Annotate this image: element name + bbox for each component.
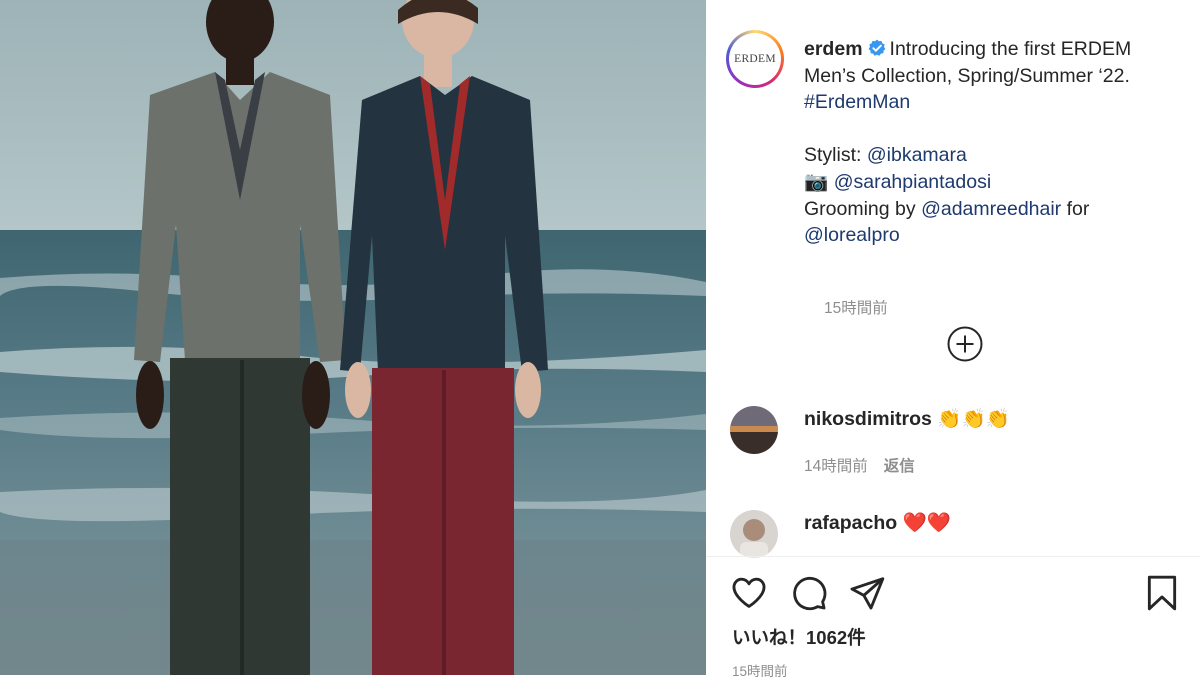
portrait-avatar-image	[730, 510, 778, 558]
camera-emoji-icon: 📷	[804, 170, 829, 193]
actions-divider	[706, 556, 1200, 557]
commenter-username[interactable]: rafapacho	[804, 512, 897, 534]
groomer-mention-link[interactable]: @adamreedhair	[921, 198, 1061, 220]
comment-meta: 14時間前 返信	[804, 454, 915, 476]
for-label: for	[1066, 197, 1090, 220]
load-more-comments-icon[interactable]	[946, 325, 984, 363]
post-photo-illustration	[0, 0, 706, 675]
comment-body: rafapacho ❤️❤️	[804, 510, 951, 536]
brand-logo-text: ERDEM	[734, 53, 776, 65]
grooming-label: Grooming by	[804, 197, 916, 220]
stylist-mention-link[interactable]: @ibkamara	[867, 144, 967, 166]
comment-timestamp[interactable]: 14時間前	[804, 458, 868, 475]
post-photo[interactable]	[0, 0, 706, 675]
caption-text: erdem Introducing the first ERDEM Men’s …	[804, 36, 1184, 249]
bookmark-icon[interactable]	[1144, 574, 1180, 612]
verified-badge-icon	[868, 39, 885, 56]
comment-body: nikosdimitros 👏👏👏	[804, 406, 1010, 432]
commenter-avatar[interactable]	[730, 406, 778, 454]
reply-button[interactable]: 返信	[884, 458, 915, 475]
sunset-avatar-image	[730, 406, 778, 454]
comment-icon[interactable]	[790, 574, 828, 612]
share-icon[interactable]	[848, 574, 886, 612]
brand-mention-link[interactable]: @lorealpro	[804, 224, 900, 246]
author-username[interactable]: erdem	[804, 38, 863, 60]
comment-text: 👏👏👏	[937, 408, 1011, 430]
commenter-username[interactable]: nikosdimitros	[804, 408, 932, 430]
hashtag-link[interactable]: #ErdemMan	[804, 91, 910, 113]
author-avatar[interactable]: ERDEM	[726, 30, 784, 88]
commenter-avatar[interactable]	[730, 510, 778, 558]
stylist-label: Stylist:	[804, 144, 862, 167]
heart-icon[interactable]	[730, 574, 768, 612]
post-side-panel: ERDEM erdem Introducing the first ERDEM …	[706, 0, 1200, 679]
author-avatar-inner: ERDEM	[729, 33, 781, 85]
post-timestamp[interactable]: 15時間前	[732, 660, 788, 680]
photographer-mention-link[interactable]: @sarahpiantadosi	[834, 171, 991, 193]
likes-count[interactable]: いいね！1062件	[732, 624, 866, 650]
caption-timestamp[interactable]: 15時間前	[824, 296, 888, 318]
comment-text: ❤️❤️	[902, 512, 952, 534]
